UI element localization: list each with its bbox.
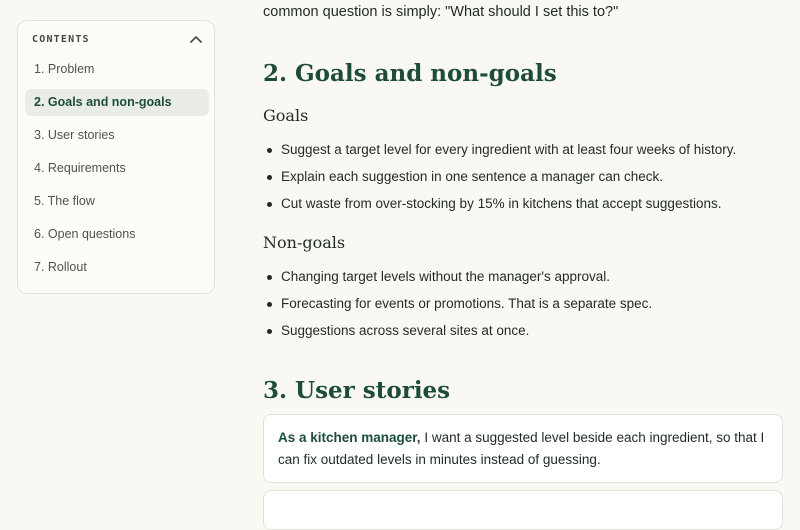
user-story-text: As a kitchen manager, I want a suggested…	[278, 427, 768, 471]
toc-item-user-stories[interactable]: 3. User stories	[25, 122, 209, 149]
toc-header: CONTENTS	[32, 29, 204, 49]
table-of-contents: CONTENTS 1. Problem 2. Goals and non-goa…	[17, 20, 215, 294]
list-item: Explain each suggestion in one sentence …	[263, 163, 783, 190]
toc-item-the-flow[interactable]: 5. The flow	[25, 188, 209, 215]
user-story-card: As a kitchen manager, I want a suggested…	[263, 414, 783, 483]
goals-list: Suggest a target level for every ingredi…	[263, 136, 783, 217]
intro-paragraph-tail: common question is simply: "What should …	[263, 4, 619, 20]
toc-item-rollout[interactable]: 7. Rollout	[25, 254, 209, 281]
toc-item-problem[interactable]: 1. Problem	[25, 56, 209, 83]
list-item: Cut waste from over-stocking by 15% in k…	[263, 190, 783, 217]
toc-list: 1. Problem 2. Goals and non-goals 3. Use…	[25, 56, 209, 287]
list-item: Changing target levels without the manag…	[263, 263, 783, 290]
section-heading-user-stories: 3. User stories	[263, 377, 451, 404]
section-heading-goals: 2. Goals and non-goals	[263, 60, 557, 87]
subheading-nongoals: Non-goals	[263, 233, 346, 252]
toc-item-open-questions[interactable]: 6. Open questions	[25, 221, 209, 248]
nongoals-list: Changing target levels without the manag…	[263, 263, 783, 344]
toc-item-requirements[interactable]: 4. Requirements	[25, 155, 209, 182]
list-item: Forecasting for events or promotions. Th…	[263, 290, 783, 317]
user-story-role: As a kitchen manager,	[278, 430, 421, 445]
user-story-card	[263, 490, 783, 530]
list-item: Suggestions across several sites at once…	[263, 317, 783, 344]
toc-title: CONTENTS	[32, 33, 90, 45]
subheading-goals: Goals	[263, 106, 309, 125]
chevron-up-icon[interactable]	[188, 31, 204, 47]
list-item: Suggest a target level for every ingredi…	[263, 136, 783, 163]
toc-item-goals[interactable]: 2. Goals and non-goals	[25, 89, 209, 116]
